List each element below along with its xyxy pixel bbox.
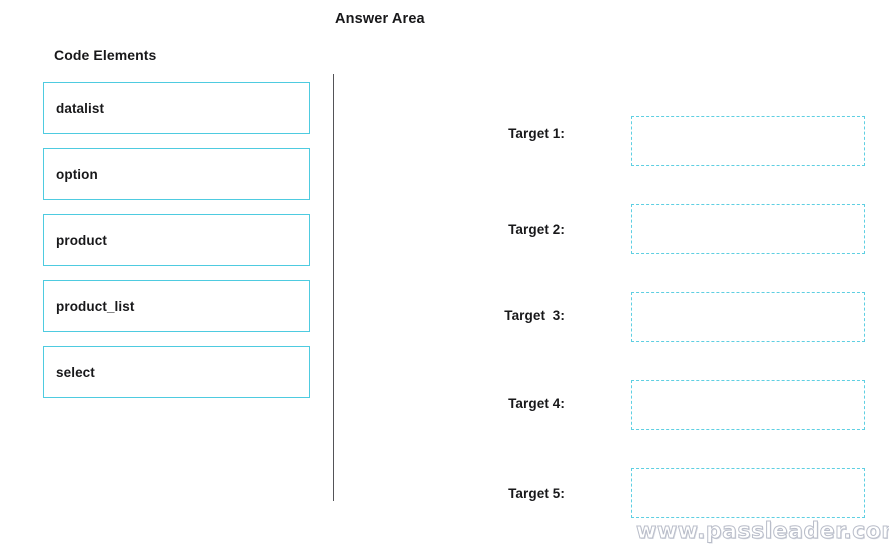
code-element-tile-select[interactable]: select	[43, 346, 310, 398]
code-element-tile-product[interactable]: product	[43, 214, 310, 266]
target-row: Target 2:	[430, 204, 870, 254]
code-element-label: product	[56, 232, 107, 248]
code-element-label: product_list	[56, 298, 135, 314]
code-element-tile-product-list[interactable]: product_list	[43, 280, 310, 332]
code-element-tile-datalist[interactable]: datalist	[43, 82, 310, 134]
code-element-label: select	[56, 364, 95, 380]
target-label-4: Target 4:	[508, 396, 565, 411]
code-elements-list: datalist option product product_list sel…	[43, 82, 310, 412]
target-row: Target 5:	[430, 468, 870, 518]
target-list: Target 1: Target 2: Target 3: Target 4: …	[430, 116, 870, 551]
target-row: Target 4:	[430, 380, 870, 430]
drop-zone-target-1[interactable]	[631, 116, 865, 166]
target-label-5: Target 5:	[508, 486, 565, 501]
target-label-2: Target 2:	[508, 222, 565, 237]
drop-zone-target-4[interactable]	[631, 380, 865, 430]
code-element-label: datalist	[56, 100, 105, 116]
answer-area-title: Answer Area	[335, 11, 425, 27]
question-canvas: Answer Area Code Elements datalist optio…	[0, 0, 889, 551]
drop-zone-target-5[interactable]	[631, 468, 865, 518]
drop-zone-target-3[interactable]	[631, 292, 865, 342]
code-elements-heading: Code Elements	[54, 47, 157, 63]
drop-zone-target-2[interactable]	[631, 204, 865, 254]
code-element-tile-option[interactable]: option	[43, 148, 310, 200]
target-row: Target 3:	[430, 292, 870, 342]
code-element-label: option	[56, 166, 98, 182]
site-watermark: www.passleader.com	[636, 519, 889, 545]
target-row: Target 1:	[430, 116, 870, 166]
panel-divider	[333, 74, 334, 501]
target-label-3: Target 3:	[504, 308, 565, 323]
target-label-1: Target 1:	[508, 126, 565, 141]
